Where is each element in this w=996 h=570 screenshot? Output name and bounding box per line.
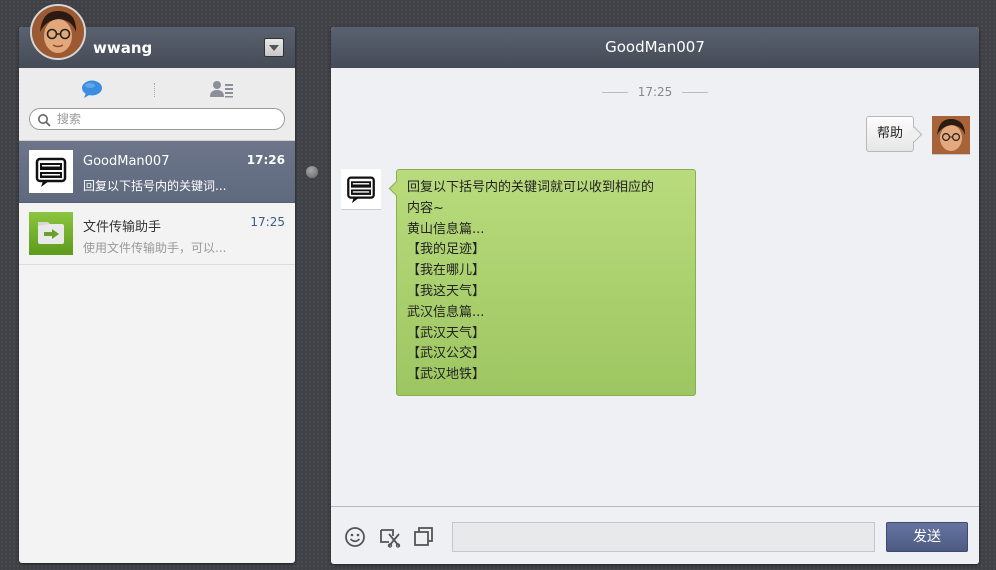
- message-line: 【我的足迹】: [407, 242, 486, 258]
- input-bar: 发送: [331, 506, 979, 564]
- message-line: 【武汉公交】: [407, 346, 486, 362]
- chat-title: GoodMan007: [331, 27, 979, 68]
- conversation-preview: 回复以下括号内的关键词...: [83, 179, 227, 193]
- message-input[interactable]: [452, 522, 875, 552]
- conversation-name: 文件传输助手: [83, 220, 162, 235]
- tab-chat[interactable]: [81, 80, 103, 98]
- message-line: 【武汉地铁】: [407, 367, 486, 383]
- tab-divider: [154, 83, 155, 97]
- message-line: 【我在哪儿】: [407, 263, 486, 279]
- search-icon: [38, 114, 51, 127]
- message-line: 内容~: [407, 200, 444, 216]
- bot-avatar[interactable]: [341, 169, 381, 210]
- time-divider: 17:25: [331, 85, 979, 99]
- screenshot-icon[interactable]: [379, 526, 401, 548]
- message-list: 17:25 帮助 回复以下括号内的关键词就可以收到相应的 内容~ 黄山信息篇..…: [331, 68, 979, 506]
- emoji-icon[interactable]: [344, 526, 366, 548]
- conversation-item-goodman007[interactable]: GoodMan007 17:26 回复以下括号内的关键词...: [19, 141, 295, 203]
- divider-line: [682, 92, 709, 93]
- bot-message-bubble: 回复以下括号内的关键词就可以收到相应的 内容~ 黄山信息篇... 【我的足迹】 …: [396, 169, 696, 396]
- my-avatar[interactable]: [932, 116, 970, 155]
- panel-drag-handle[interactable]: [306, 166, 318, 178]
- message-line: 【我这天气】: [407, 283, 486, 299]
- message-line: 黄山信息篇...: [407, 221, 485, 237]
- tab-bar: [19, 68, 295, 102]
- conversation-name: GoodMan007: [83, 154, 170, 169]
- file-transfer-icon: [29, 212, 73, 255]
- search-input[interactable]: [57, 111, 277, 127]
- search-box: [29, 108, 285, 130]
- message-line: 武汉信息篇...: [407, 304, 485, 320]
- message-line: 【武汉天气】: [407, 325, 486, 341]
- time-divider-label: 17:25: [637, 85, 673, 99]
- conversation-time: 17:26: [246, 153, 285, 167]
- chevron-down-icon: [269, 45, 279, 51]
- conversation-time: 17:25: [250, 215, 285, 229]
- speech-bubble-icon: [82, 80, 102, 98]
- user-avatar[interactable]: [30, 4, 86, 60]
- message-line: 回复以下括号内的关键词就可以收到相应的: [407, 180, 655, 195]
- contacts-list-icon: [210, 81, 233, 98]
- conversation-preview: 使用文件传输助手，可以...: [83, 241, 227, 255]
- user-name: wwang: [93, 39, 153, 57]
- session-panel: wwang 搜索 GoodMan007 17:26 回复以下括号内的关键词...…: [19, 27, 295, 563]
- search-area: [19, 102, 295, 141]
- send-button[interactable]: 发送: [886, 522, 968, 552]
- menu-dropdown-button[interactable]: [264, 38, 284, 57]
- my-message-bubble: 帮助: [866, 116, 915, 152]
- conversation-item-file-transfer[interactable]: 文件传输助手 17:25 使用文件传输助手，可以...: [19, 203, 295, 265]
- chat-panel: GoodMan007 17:25 帮助 回复以下括号内的关键词就可以收到相应的 …: [331, 27, 979, 564]
- window-icon[interactable]: [413, 526, 435, 548]
- hello-world-logo: [29, 150, 73, 193]
- divider-line: [601, 92, 628, 93]
- tab-contacts[interactable]: [210, 80, 234, 98]
